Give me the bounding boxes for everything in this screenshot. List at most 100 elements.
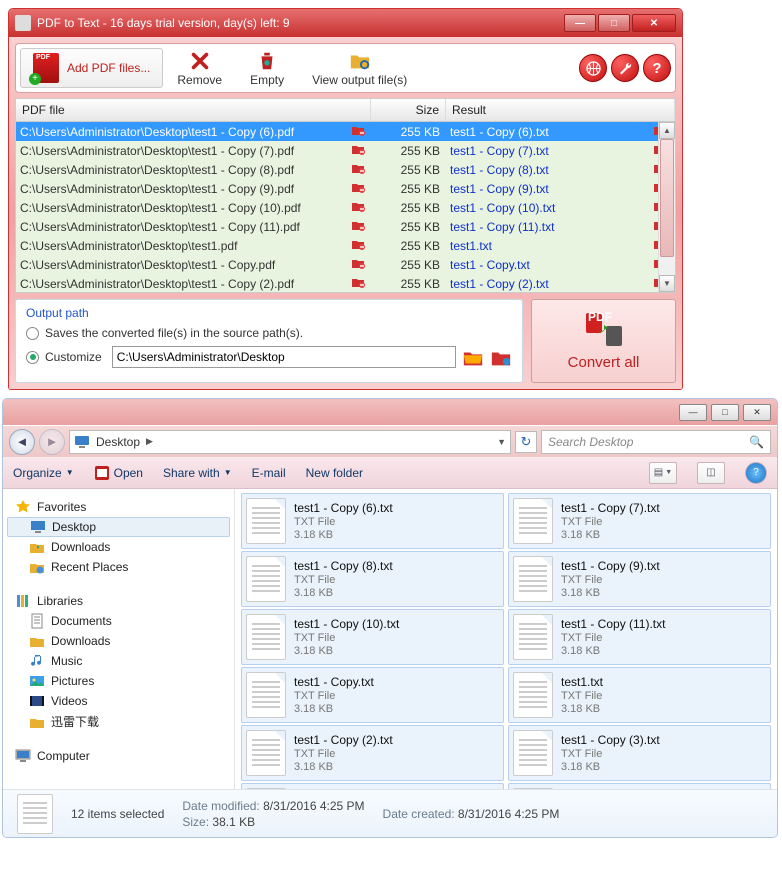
table-row[interactable]: C:\Users\Administrator\Desktop\test1 - C…	[16, 179, 675, 198]
row-remove-button[interactable]	[351, 180, 371, 197]
close-button[interactable]: ✕	[743, 404, 771, 421]
preview-pane-button[interactable]: ◫	[697, 462, 725, 484]
help-button[interactable]: ?	[745, 462, 767, 484]
table-row[interactable]: C:\Users\Administrator\Desktop\test1 - C…	[16, 274, 675, 292]
sidebar-item-desktop[interactable]: Desktop	[7, 517, 230, 537]
grid-body[interactable]: C:\Users\Administrator\Desktop\test1 - C…	[16, 122, 675, 292]
empty-button[interactable]: Empty	[236, 50, 298, 87]
sidebar-item-videos[interactable]: Videos	[7, 691, 230, 711]
radio-off-icon[interactable]	[26, 327, 39, 340]
globe-button[interactable]	[579, 54, 607, 82]
file-size: 3.18 KB	[561, 645, 665, 657]
table-row[interactable]: C:\Users\Administrator\Desktop\test1 - C…	[16, 217, 675, 236]
minimize-button[interactable]: —	[679, 404, 707, 421]
open-folder-button[interactable]	[490, 347, 512, 367]
col-size[interactable]: Size	[371, 99, 446, 121]
maximize-button[interactable]: □	[598, 14, 630, 32]
selection-count: 12 items selected	[71, 807, 164, 821]
col-file[interactable]: PDF file	[16, 99, 371, 121]
add-pdf-button[interactable]: Add PDF files...	[20, 48, 163, 88]
open-button[interactable]: Open	[94, 465, 143, 481]
window-title: PDF to Text - 16 days trial version, day…	[37, 16, 564, 30]
row-remove-button[interactable]	[351, 199, 371, 216]
sidebar-item-pictures[interactable]: Pictures	[7, 671, 230, 691]
back-button[interactable]: ◄	[9, 429, 35, 455]
list-item[interactable]: test1 - Copy (4).txtTXT File3.18 KB	[241, 783, 504, 789]
view-mode-button[interactable]: ▤▼	[649, 462, 677, 484]
list-item[interactable]: test1 - Copy (9).txtTXT File3.18 KB	[508, 551, 771, 607]
table-row[interactable]: C:\Users\Administrator\Desktop\test1.pdf…	[16, 236, 675, 255]
grid-header: PDF file Size Result	[16, 99, 675, 122]
close-button[interactable]: ✕	[632, 14, 676, 32]
pdf-to-text-window: PDF to Text - 16 days trial version, day…	[8, 8, 683, 390]
libraries-group[interactable]: Libraries	[7, 591, 230, 611]
forward-button[interactable]: ►	[39, 429, 65, 455]
list-item[interactable]: test1 - Copy (5).txtTXT File3.18 KB	[508, 783, 771, 789]
list-item[interactable]: test1 - Copy (11).txtTXT File3.18 KB	[508, 609, 771, 665]
new-folder-button[interactable]: New folder	[306, 466, 363, 480]
row-remove-button[interactable]	[351, 237, 371, 254]
list-item[interactable]: test1 - Copy (7).txtTXT File3.18 KB	[508, 493, 771, 549]
txt-file-icon	[513, 730, 553, 776]
list-item[interactable]: test1 - Copy.txtTXT File3.18 KB	[241, 667, 504, 723]
maximize-button[interactable]: □	[711, 404, 739, 421]
remove-button[interactable]: Remove	[163, 50, 236, 87]
convert-all-button[interactable]: PDF Convert all	[531, 299, 676, 383]
file-size: 3.18 KB	[294, 761, 393, 773]
sidebar-item-music[interactable]: Music	[7, 651, 230, 671]
table-row[interactable]: C:\Users\Administrator\Desktop\test1 - C…	[16, 255, 675, 274]
sidebar-item-documents[interactable]: Documents	[7, 611, 230, 631]
titlebar[interactable]: PDF to Text - 16 days trial version, day…	[9, 9, 682, 37]
table-row[interactable]: C:\Users\Administrator\Desktop\test1 - C…	[16, 141, 675, 160]
share-menu[interactable]: Share with▼	[163, 466, 232, 480]
chevron-down-icon[interactable]: ▼	[497, 437, 506, 447]
browse-folder-button[interactable]	[462, 347, 484, 367]
row-remove-button[interactable]	[351, 256, 371, 273]
scroll-thumb[interactable]	[660, 139, 674, 257]
scroll-down-button[interactable]: ▼	[659, 275, 675, 292]
downloads2-label: Downloads	[51, 634, 110, 648]
col-result[interactable]: Result	[446, 99, 675, 121]
list-item[interactable]: test1 - Copy (10).txtTXT File3.18 KB	[241, 609, 504, 665]
scroll-up-button[interactable]: ▲	[659, 122, 675, 139]
view-output-button[interactable]: View output file(s)	[298, 50, 421, 87]
nav-pane[interactable]: Favorites Desktop Downloads Recent Place…	[3, 489, 235, 789]
list-item[interactable]: test1.txtTXT File3.18 KB	[508, 667, 771, 723]
scrollbar[interactable]: ▲ ▼	[658, 122, 675, 292]
organize-menu[interactable]: Organize▼	[13, 466, 74, 480]
computer-group[interactable]: Computer	[7, 746, 230, 766]
customize-option[interactable]: Customize	[26, 346, 512, 368]
table-row[interactable]: C:\Users\Administrator\Desktop\test1 - C…	[16, 160, 675, 179]
breadcrumb[interactable]: Desktop ▶ ▼	[69, 430, 511, 454]
recent-icon	[29, 559, 45, 575]
search-input[interactable]: Search Desktop 🔍	[541, 430, 771, 454]
settings-button[interactable]	[611, 54, 639, 82]
email-button[interactable]: E-mail	[252, 466, 286, 480]
file-list[interactable]: test1 - Copy (6).txtTXT File3.18 KBtest1…	[235, 489, 777, 789]
table-row[interactable]: C:\Users\Administrator\Desktop\test1 - C…	[16, 198, 675, 217]
sidebar-item-recent[interactable]: Recent Places	[7, 557, 230, 577]
explorer-titlebar[interactable]: — □ ✕	[3, 399, 777, 425]
table-row[interactable]: C:\Users\Administrator\Desktop\test1 - C…	[16, 122, 675, 141]
breadcrumb-loc[interactable]: Desktop	[94, 435, 142, 449]
row-remove-button[interactable]	[351, 142, 371, 159]
row-remove-button[interactable]	[351, 275, 371, 292]
list-item[interactable]: test1 - Copy (3).txtTXT File3.18 KB	[508, 725, 771, 781]
chevron-right-icon[interactable]: ▶	[146, 436, 153, 447]
output-path-input[interactable]	[112, 346, 456, 368]
row-remove-button[interactable]	[351, 161, 371, 178]
save-source-option[interactable]: Saves the converted file(s) in the sourc…	[26, 326, 512, 340]
row-remove-button[interactable]	[351, 218, 371, 235]
sidebar-item-xunlei[interactable]: 迅雷下载	[7, 711, 230, 732]
list-item[interactable]: test1 - Copy (6).txtTXT File3.18 KB	[241, 493, 504, 549]
row-remove-button[interactable]	[351, 123, 371, 140]
sidebar-item-downloads[interactable]: Downloads	[7, 537, 230, 557]
refresh-button[interactable]: ↻	[515, 431, 537, 453]
list-item[interactable]: test1 - Copy (8).txtTXT File3.18 KB	[241, 551, 504, 607]
sidebar-item-downloads2[interactable]: Downloads	[7, 631, 230, 651]
radio-on-icon[interactable]	[26, 351, 39, 364]
minimize-button[interactable]: —	[564, 14, 596, 32]
list-item[interactable]: test1 - Copy (2).txtTXT File3.18 KB	[241, 725, 504, 781]
help-button[interactable]: ?	[643, 54, 671, 82]
favorites-group[interactable]: Favorites	[7, 497, 230, 517]
